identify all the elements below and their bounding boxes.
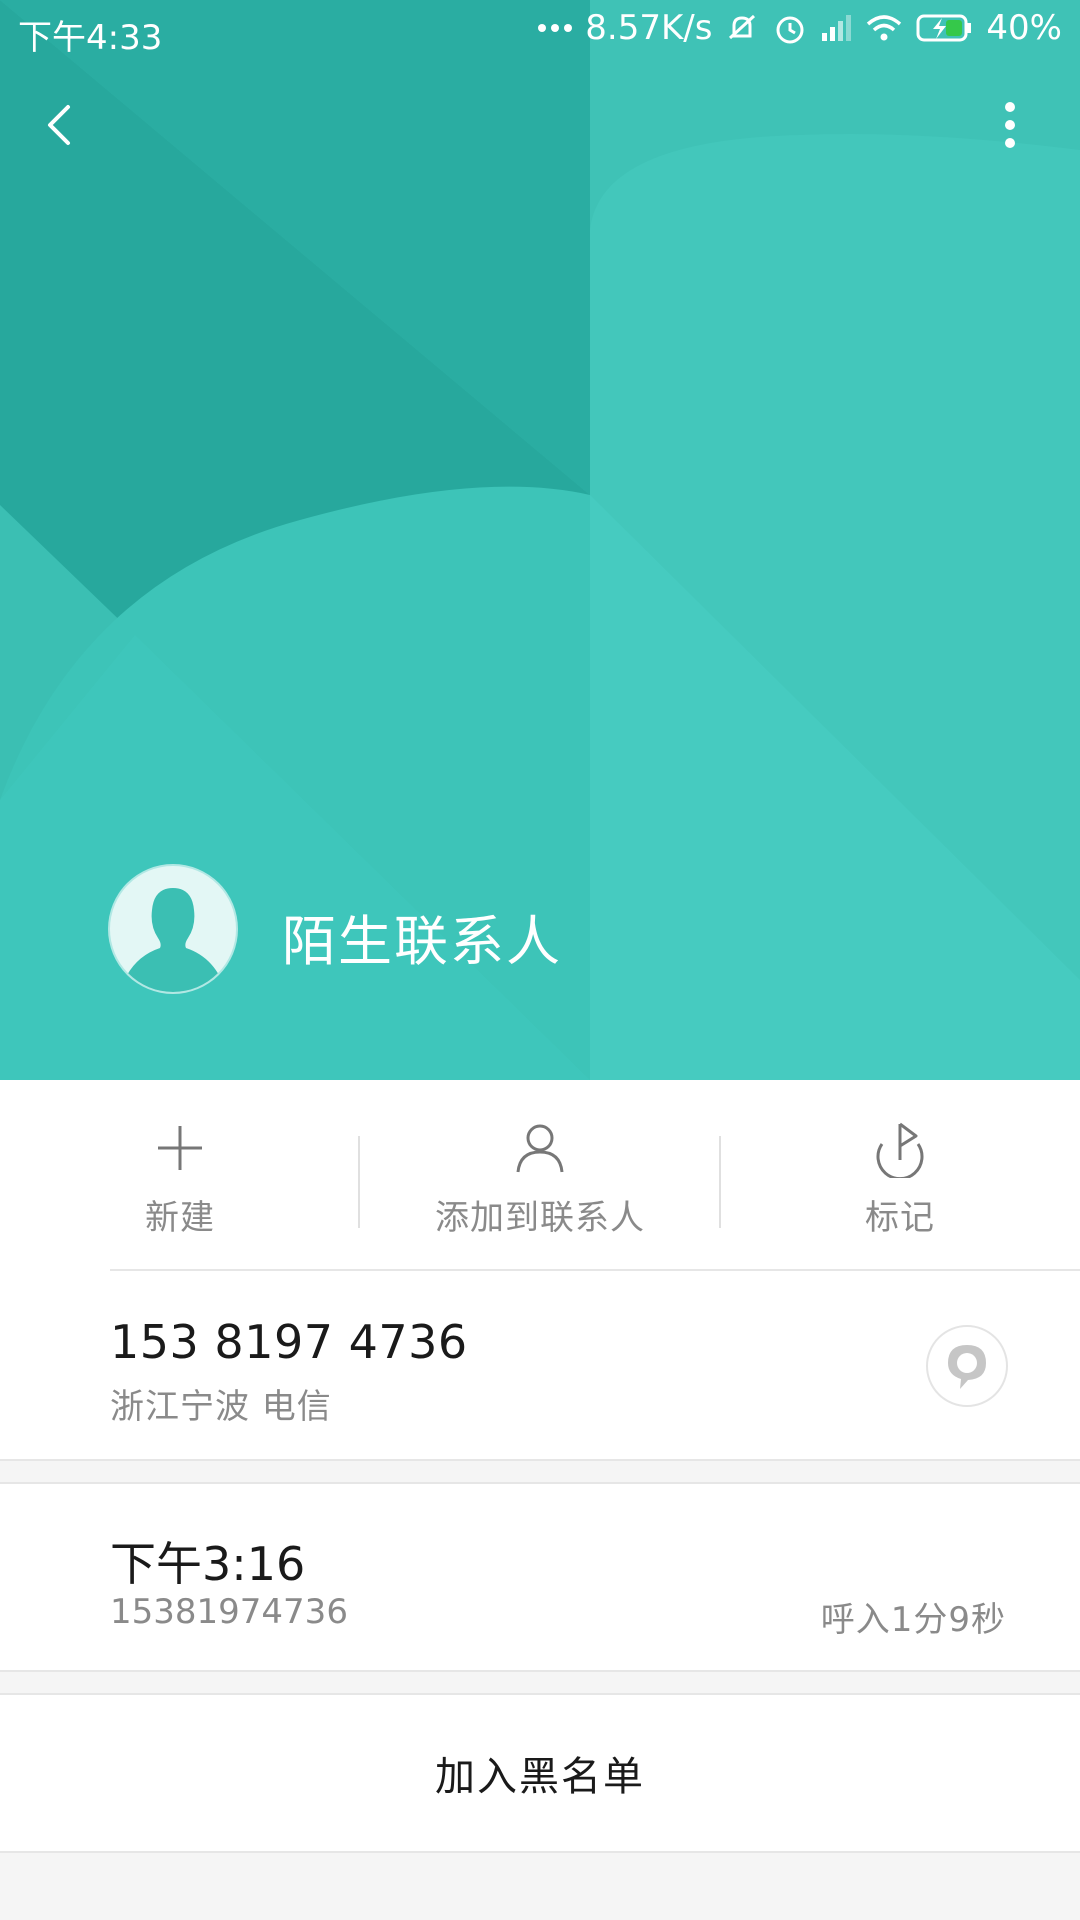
add-to-blacklist-button[interactable]: 加入黑名单 — [0, 1695, 1080, 1851]
mute-icon — [729, 14, 756, 40]
alarm-icon — [776, 16, 804, 44]
call-time: 下午3:16 — [110, 1537, 306, 1591]
send-message-button[interactable] — [926, 1325, 1008, 1407]
signal-icon — [822, 15, 852, 41]
phone-number-row[interactable]: 153 8197 4736 浙江宁波 电信 — [0, 1271, 1080, 1459]
mark-button[interactable]: 标记 — [800, 1080, 1000, 1270]
chevron-left-icon — [48, 105, 70, 145]
phone-number: 153 8197 4736 — [110, 1315, 468, 1369]
person-icon — [516, 1124, 564, 1173]
add-to-contacts-label: 添加到联系人 — [435, 1198, 645, 1238]
action-bar: 新建 添加到联系人 标记 — [0, 1080, 1080, 1270]
action-divider — [358, 1136, 360, 1228]
flag-icon — [876, 1122, 924, 1178]
network-speed: 8.57K/s — [585, 8, 713, 48]
section-gap — [0, 1670, 1080, 1695]
mark-label: 标记 — [865, 1198, 935, 1238]
wifi-icon — [867, 15, 902, 41]
battery-percent: 40% — [986, 8, 1062, 48]
bottom-gap — [0, 1851, 1080, 1920]
call-duration: 呼入1分9秒 — [820, 1600, 1006, 1640]
plus-icon — [158, 1126, 202, 1170]
contact-name: 陌生联系人 — [282, 910, 562, 973]
battery-charging-icon — [916, 14, 972, 42]
action-divider — [719, 1136, 721, 1228]
avatar — [110, 866, 236, 992]
back-button[interactable] — [30, 95, 90, 155]
new-contact-label: 新建 — [145, 1198, 215, 1238]
status-bar: 下午4:33 8.57K/s 40% — [0, 0, 1080, 62]
person-silhouette-icon — [120, 888, 226, 992]
add-to-contacts-button[interactable]: 添加到联系人 — [380, 1080, 700, 1270]
new-contact-button[interactable]: 新建 — [80, 1080, 280, 1270]
phone-location: 浙江宁波 电信 — [110, 1387, 332, 1427]
contact-header: 下午4:33 8.57K/s 40% 陌生联系人 — [0, 0, 1080, 1080]
blacklist-row: 加入黑名单 — [0, 1695, 1080, 1851]
status-time: 下午4:33 — [18, 18, 163, 58]
message-bubble-icon — [948, 1345, 986, 1389]
more-vertical-icon — [1005, 102, 1015, 148]
more-dots-icon — [538, 24, 573, 32]
call-number: 15381974736 — [110, 1592, 348, 1632]
call-log-item[interactable]: 下午3:16 15381974736 呼入1分9秒 — [0, 1484, 1080, 1670]
more-options-button[interactable] — [990, 95, 1030, 155]
section-gap — [0, 1459, 1080, 1484]
